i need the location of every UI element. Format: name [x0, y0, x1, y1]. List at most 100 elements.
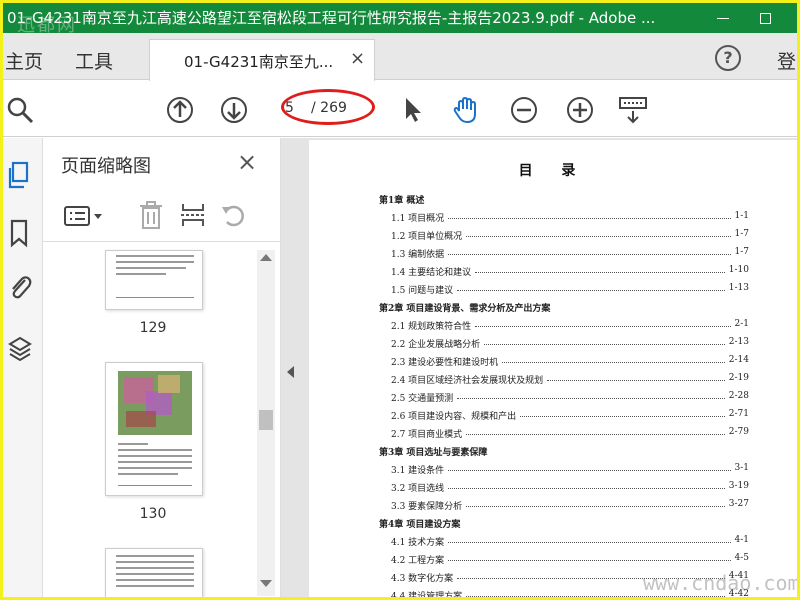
minimize-button[interactable]	[703, 3, 743, 33]
toc-entry-label: 2.4 项目区域经济社会发展现状及规划	[391, 376, 544, 386]
thumbnail-options-icon[interactable]	[63, 204, 109, 228]
toc-chapter[interactable]: 第4章 项目建设方案	[309, 514, 797, 532]
toc-chapter[interactable]: 第1章 概述	[309, 190, 797, 208]
toc-entry[interactable]: 1.5 问题与建议 1-13	[309, 280, 797, 298]
toc-page-number: 2-28	[728, 391, 749, 401]
toc-leader-dots	[520, 416, 725, 417]
rotate-icon[interactable]	[219, 200, 249, 230]
toc-entry[interactable]: 2.7 项目商业模式 2-79	[309, 424, 797, 442]
toc-page-number: 1-7	[734, 247, 750, 257]
toc-leader-dots	[448, 218, 731, 219]
tab-home[interactable]: 主页	[5, 47, 43, 74]
scroll-thumb[interactable]	[259, 410, 273, 430]
toc-leader-dots	[466, 434, 725, 435]
toc-entry-label: 2.6 项目建设内容、规模和产出	[391, 412, 517, 422]
toc-entry[interactable]: 4.1 技术方案 4-1	[309, 532, 797, 550]
toc-leader-dots	[448, 542, 731, 543]
thumbnail-panel: 页面缩略图 × 129 130	[43, 138, 281, 597]
toc-leader-dots	[448, 254, 731, 255]
layers-icon[interactable]	[7, 334, 33, 364]
toc-entry[interactable]: 2.5 交通量预测 2-28	[309, 388, 797, 406]
document-page: 目 录 第1章 概述 1.1 项目概况 1-1 1.2 项目单位概况 1-7 1.3 编制…	[309, 140, 797, 597]
extract-page-icon[interactable]	[179, 200, 207, 230]
toc-leader-dots	[457, 398, 725, 399]
toc-entry[interactable]: 3.2 项目选线 3-19	[309, 478, 797, 496]
tab-close-icon[interactable]: ×	[350, 48, 365, 69]
toc-entry[interactable]: 2.2 企业发展战略分析 2-13	[309, 334, 797, 352]
thumbnail-page-130[interactable]	[105, 362, 203, 496]
toc-entry[interactable]: 3.1 建设条件 3-1	[309, 460, 797, 478]
maximize-button[interactable]	[745, 3, 785, 33]
panel-splitter[interactable]	[281, 138, 303, 597]
tab-tools[interactable]: 工具	[75, 47, 113, 74]
toc-entry[interactable]: 1.4 主要结论和建议 1-10	[309, 262, 797, 280]
thumbnail-number: 129	[139, 320, 167, 336]
thumbnail-panel-title: 页面缩略图	[61, 156, 151, 177]
zoom-in-icon[interactable]	[565, 95, 595, 125]
toc-entry[interactable]: 2.4 项目区域经济社会发展现状及规划 2-19	[309, 370, 797, 388]
toc-entry-label: 3.1 建设条件	[391, 466, 445, 476]
attachment-icon[interactable]	[7, 272, 33, 302]
toc-entry[interactable]: 1.2 项目单位概况 1-7	[309, 226, 797, 244]
thumbnail-close-icon[interactable]: ×	[237, 148, 257, 176]
toc-entry-label: 1.3 编制依据	[391, 250, 445, 260]
collapse-panel-icon[interactable]	[287, 366, 294, 378]
toc-chapter[interactable]: 第2章 项目建设背景、需求分析及产出方案	[309, 298, 797, 316]
toc-entry-label: 1.5 问题与建议	[391, 286, 454, 296]
toc-leader-dots	[448, 488, 725, 489]
toc-page-number: 3-27	[728, 499, 749, 509]
toc-entry[interactable]: 2.6 项目建设内容、规模和产出 2-71	[309, 406, 797, 424]
title-bar: 01-G4231南京至九江高速公路望江至宿松段工程可行性研究报告-主报告2023…	[3, 3, 797, 33]
zoom-out-icon[interactable]	[509, 95, 539, 125]
toc-page-number: 2-79	[728, 427, 749, 437]
toc-entry-label: 2.1 规划政策符合性	[391, 322, 472, 332]
toc-chapter[interactable]: 第3章 项目选址与要素保障	[309, 442, 797, 460]
toc-page-number: 2-14	[728, 355, 749, 365]
thumbnail-scrollbar[interactable]	[257, 250, 275, 596]
highlight-ellipse	[281, 89, 375, 125]
previous-page-icon[interactable]	[165, 95, 195, 125]
watermark-bottom: www.cndao.com	[643, 571, 797, 595]
keyboard-scroll-icon[interactable]	[617, 95, 649, 127]
toc-page-number: 1-10	[728, 265, 749, 275]
side-rail	[3, 138, 43, 597]
toc-entry[interactable]: 3.3 要素保障分析 3-27	[309, 496, 797, 514]
next-page-icon[interactable]	[219, 95, 249, 125]
watermark-top: 迅都网	[17, 15, 77, 33]
toc-entry[interactable]: 2.3 建设必要性和建设时机 2-14	[309, 352, 797, 370]
tab-document-label: 01-G4231南京至九...	[184, 53, 334, 71]
maximize-icon	[759, 12, 771, 24]
thumbnail-number: 130	[139, 506, 167, 522]
toc-entry-label: 1.4 主要结论和建议	[391, 268, 472, 278]
toc-leader-dots	[466, 506, 725, 507]
toc-page-number: 1-7	[734, 229, 750, 239]
thumbnail-page-next[interactable]	[105, 548, 203, 597]
select-cursor-icon[interactable]	[401, 95, 425, 125]
bookmark-icon[interactable]	[7, 218, 33, 248]
pages-icon[interactable]	[7, 160, 33, 190]
toc-entry[interactable]: 2.1 规划政策符合性 2-1	[309, 316, 797, 334]
hand-tool-icon[interactable]	[451, 95, 481, 125]
toc-entry-label: 第4章 项目建设方案	[379, 520, 461, 530]
scroll-down-icon[interactable]	[260, 580, 272, 587]
thumbnail-page-129[interactable]	[105, 250, 203, 310]
toc-leader-dots	[457, 290, 725, 291]
toc-entry[interactable]: 4.2 工程方案 4-5	[309, 550, 797, 568]
delete-icon[interactable]	[137, 200, 165, 230]
toc-entry-label: 1.1 项目概况	[391, 214, 445, 224]
window-title: 01-G4231南京至九江高速公路望江至宿松段工程可行性研究报告-主报告2023…	[7, 9, 656, 27]
toc-title: 目 录	[518, 163, 588, 179]
toc-entry[interactable]: 1.1 项目概况 1-1	[309, 208, 797, 226]
scroll-up-icon[interactable]	[260, 254, 272, 261]
toc-entry-label: 第2章 项目建设背景、需求分析及产出方案	[379, 304, 551, 314]
toc-entry-label: 2.3 建设必要性和建设时机	[391, 358, 499, 368]
toc-entry[interactable]: 1.3 编制依据 1-7	[309, 244, 797, 262]
toc-entry-label: 第3章 项目选址与要素保障	[379, 448, 488, 458]
search-icon[interactable]	[5, 95, 35, 125]
tab-document[interactable]: 01-G4231南京至九... ×	[149, 39, 375, 81]
toc-entry-label: 3.2 项目选线	[391, 484, 445, 494]
login-link[interactable]: 登	[777, 47, 796, 74]
help-icon[interactable]: ?	[715, 45, 741, 71]
toc-entry-label: 4.3 数字化方案	[391, 574, 454, 584]
app-window: 01-G4231南京至九江高速公路望江至宿松段工程可行性研究报告-主报告2023…	[3, 3, 797, 597]
